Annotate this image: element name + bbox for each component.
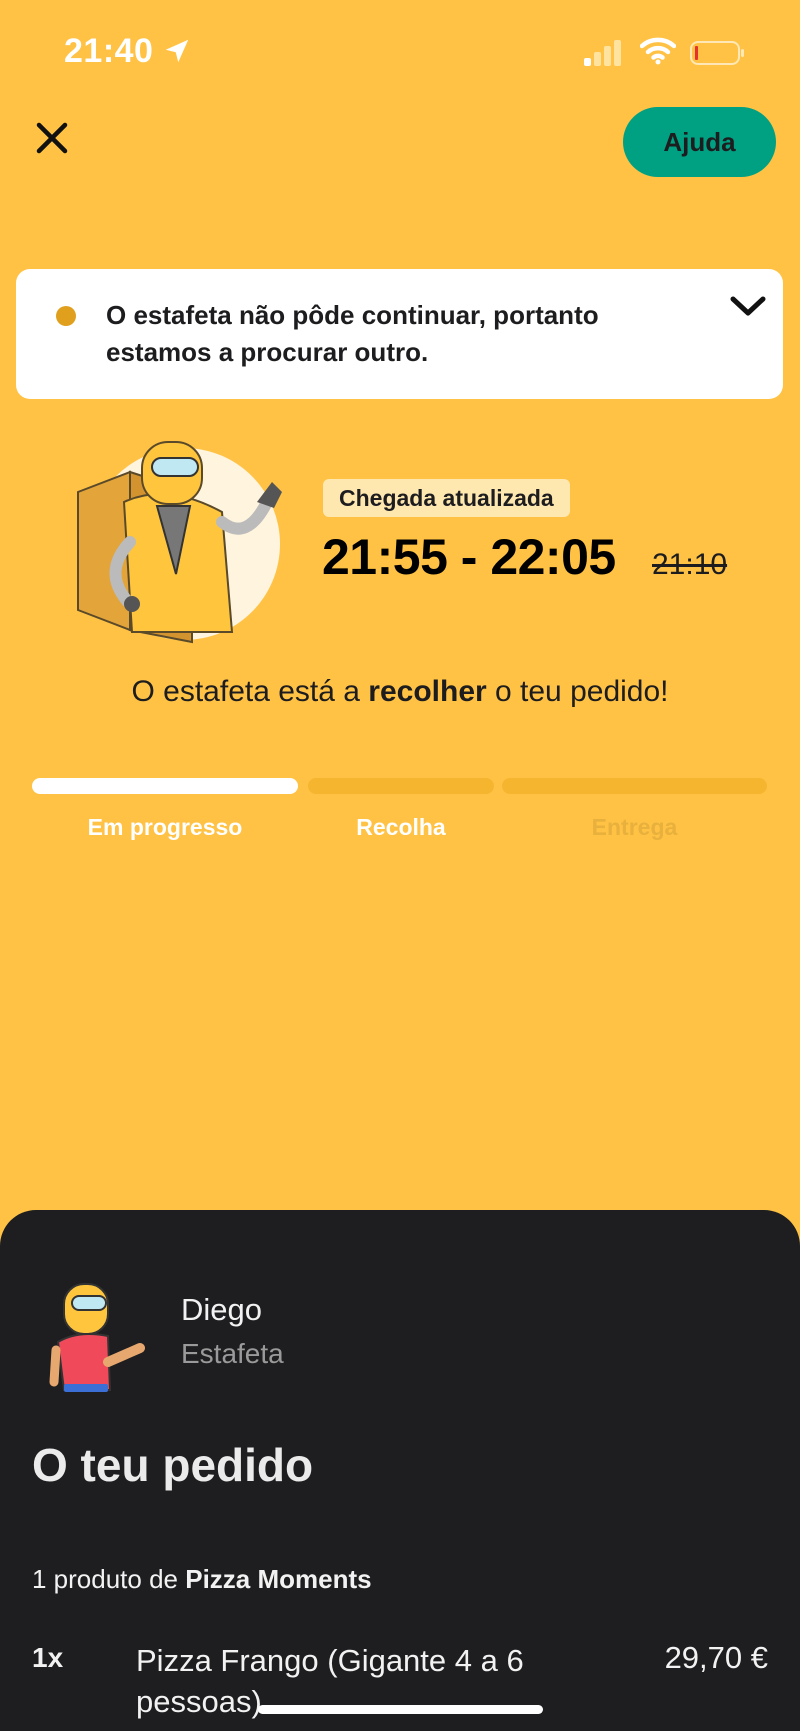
order-item-price: 29,70 € bbox=[664, 1640, 768, 1675]
order-status-message: O estafeta está a recolher o teu pedido! bbox=[0, 675, 800, 709]
courier-illustration bbox=[77, 441, 282, 644]
step-label-delivery: Entrega bbox=[591, 814, 678, 840]
progress-segment-pickup bbox=[308, 778, 494, 794]
eta-badge: Chegada atualizada bbox=[323, 479, 570, 517]
progress-segment-in-progress bbox=[32, 778, 298, 794]
step-label-in-progress: Em progresso bbox=[87, 814, 243, 840]
order-product-count: 1 produto de Pizza Moments bbox=[32, 1564, 372, 1595]
progress-segment-delivery bbox=[502, 778, 767, 794]
courier-role: Estafeta bbox=[181, 1338, 284, 1369]
order-item-quantity: 1x bbox=[32, 1642, 64, 1673]
eta-previous-time: 21:10 bbox=[652, 548, 728, 581]
chevron-down-icon[interactable] bbox=[723, 289, 773, 323]
status-time: 21:40 bbox=[64, 32, 154, 70]
help-button[interactable]: Ajuda bbox=[623, 107, 776, 177]
location-arrow-icon bbox=[165, 39, 189, 63]
alert-message: O estafeta não pôde continuar, portanto … bbox=[106, 300, 599, 367]
status-emphasis: recolher bbox=[368, 675, 487, 708]
courier-avatar bbox=[49, 1283, 145, 1392]
battery-icon bbox=[690, 41, 744, 65]
status-prefix: O estafeta está a bbox=[131, 675, 369, 708]
alert-status-dot bbox=[56, 306, 76, 326]
restaurant-name: Pizza Moments bbox=[185, 1564, 372, 1594]
step-label-pickup: Recolha bbox=[356, 814, 446, 840]
cellular-signal-icon bbox=[584, 40, 621, 66]
status-bar: 21:40 bbox=[0, 0, 800, 100]
courier-reassignment-alert[interactable]: O estafeta não pôde continuar, portanto … bbox=[16, 269, 783, 399]
home-indicator[interactable] bbox=[258, 1705, 543, 1714]
courier-name: Diego bbox=[181, 1292, 262, 1327]
close-icon bbox=[36, 122, 68, 154]
order-sheet[interactable]: Diego Estafeta O teu pedido 1 produto de… bbox=[0, 1210, 800, 1731]
order-title: O teu pedido bbox=[32, 1439, 314, 1491]
wifi-icon bbox=[640, 37, 676, 65]
eta-range: 21:55 - 22:05 bbox=[322, 529, 616, 585]
close-button[interactable] bbox=[30, 116, 74, 160]
status-suffix: o teu pedido! bbox=[486, 675, 669, 708]
order-count-prefix: 1 produto de bbox=[32, 1564, 186, 1594]
